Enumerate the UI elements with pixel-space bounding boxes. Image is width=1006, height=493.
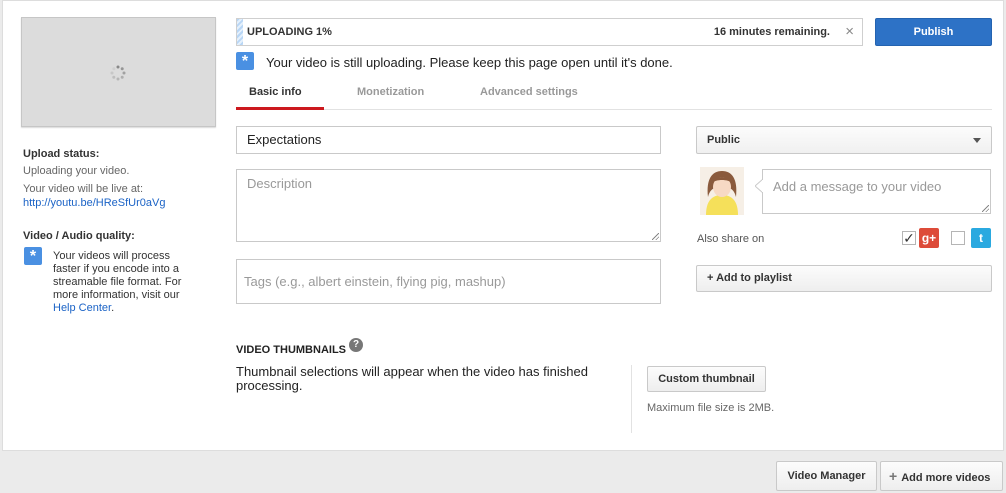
upload-time-remaining: 16 minutes remaining. [713, 26, 830, 38]
help-icon[interactable]: ? [349, 338, 363, 352]
video-thumbnails-title: VIDEO THUMBNAILS [236, 344, 346, 356]
video-manager-button[interactable]: Video Manager [776, 461, 877, 491]
tags-placeholder: Tags (e.g., albert einstein, flying pig,… [244, 274, 506, 289]
upload-progress-label: UPLOADING 1% [247, 26, 332, 38]
tab-advanced-settings[interactable]: Advanced settings [480, 86, 578, 98]
loading-spinner-icon [110, 65, 126, 81]
description-placeholder: Description [247, 176, 313, 191]
add-to-playlist-button[interactable]: + Add to playlist [696, 265, 992, 292]
google-plus-icon[interactable]: g+ [919, 228, 939, 248]
avatar-image-icon [700, 167, 744, 215]
description-textarea[interactable]: Description [236, 169, 661, 242]
tabs-divider [236, 109, 992, 110]
custom-thumbnail-button[interactable]: Custom thumbnail [647, 366, 766, 392]
avatar [700, 167, 744, 215]
thumbnail-message: Thumbnail selections will appear when th… [236, 364, 588, 393]
quality-description: Your videos will process faster if you e… [53, 250, 182, 301]
upload-card: Upload status: Uploading your video. You… [2, 0, 1004, 451]
upload-progress-bar: UPLOADING 1% 16 minutes remaining. × [236, 18, 863, 46]
privacy-selected-value: Public [707, 134, 741, 146]
upload-status-title: Upload status: [23, 148, 100, 160]
quality-text: Your videos will process faster if you e… [53, 250, 193, 315]
tab-basic-info[interactable]: Basic info [249, 86, 302, 98]
privacy-select[interactable]: Public [696, 126, 992, 154]
tab-monetization[interactable]: Monetization [357, 86, 424, 98]
upload-status-text: Uploading your video. [23, 165, 130, 177]
add-more-videos-label: Add more videos [901, 472, 991, 484]
publish-button[interactable]: Publish [875, 18, 992, 46]
add-more-videos-button[interactable]: + Add more videos [880, 461, 1003, 491]
resize-handle-icon[interactable] [982, 205, 989, 212]
video-thumbnail-preview [21, 17, 216, 127]
share-message-placeholder: Add a message to your video [773, 179, 942, 194]
share-message-input[interactable]: Add a message to your video [762, 169, 991, 214]
video-url-link[interactable]: http://youtu.be/HReSfUr0aVg [23, 197, 165, 209]
star-info-icon: * [236, 52, 254, 70]
help-center-link[interactable]: Help Center [53, 302, 111, 314]
also-share-label: Also share on [697, 233, 765, 245]
upload-progress-fill [237, 19, 243, 45]
chevron-down-icon [973, 138, 981, 143]
quality-title: Video / Audio quality: [23, 230, 135, 242]
max-file-size-text: Maximum file size is 2MB. [647, 402, 775, 414]
thumbnail-divider [631, 365, 632, 433]
resize-handle-icon[interactable] [652, 233, 659, 240]
gplus-share-checkbox[interactable]: ✓ [902, 231, 916, 245]
plus-icon: + [889, 468, 898, 484]
cancel-upload-close-icon[interactable]: × [845, 24, 854, 39]
quality-period: . [111, 302, 115, 314]
active-tab-indicator [236, 107, 324, 110]
live-at-text: Your video will be live at: [23, 183, 144, 195]
title-input[interactable]: Expectations [236, 126, 661, 154]
title-input-value: Expectations [247, 132, 322, 147]
star-info-icon: * [24, 247, 42, 265]
upload-notice-text: Your video is still uploading. Please ke… [266, 55, 673, 70]
twitter-share-checkbox[interactable] [951, 231, 965, 245]
tags-input[interactable]: Tags (e.g., albert einstein, flying pig,… [236, 259, 661, 304]
twitter-icon[interactable]: t [971, 228, 991, 248]
speech-pointer-icon [755, 179, 763, 193]
